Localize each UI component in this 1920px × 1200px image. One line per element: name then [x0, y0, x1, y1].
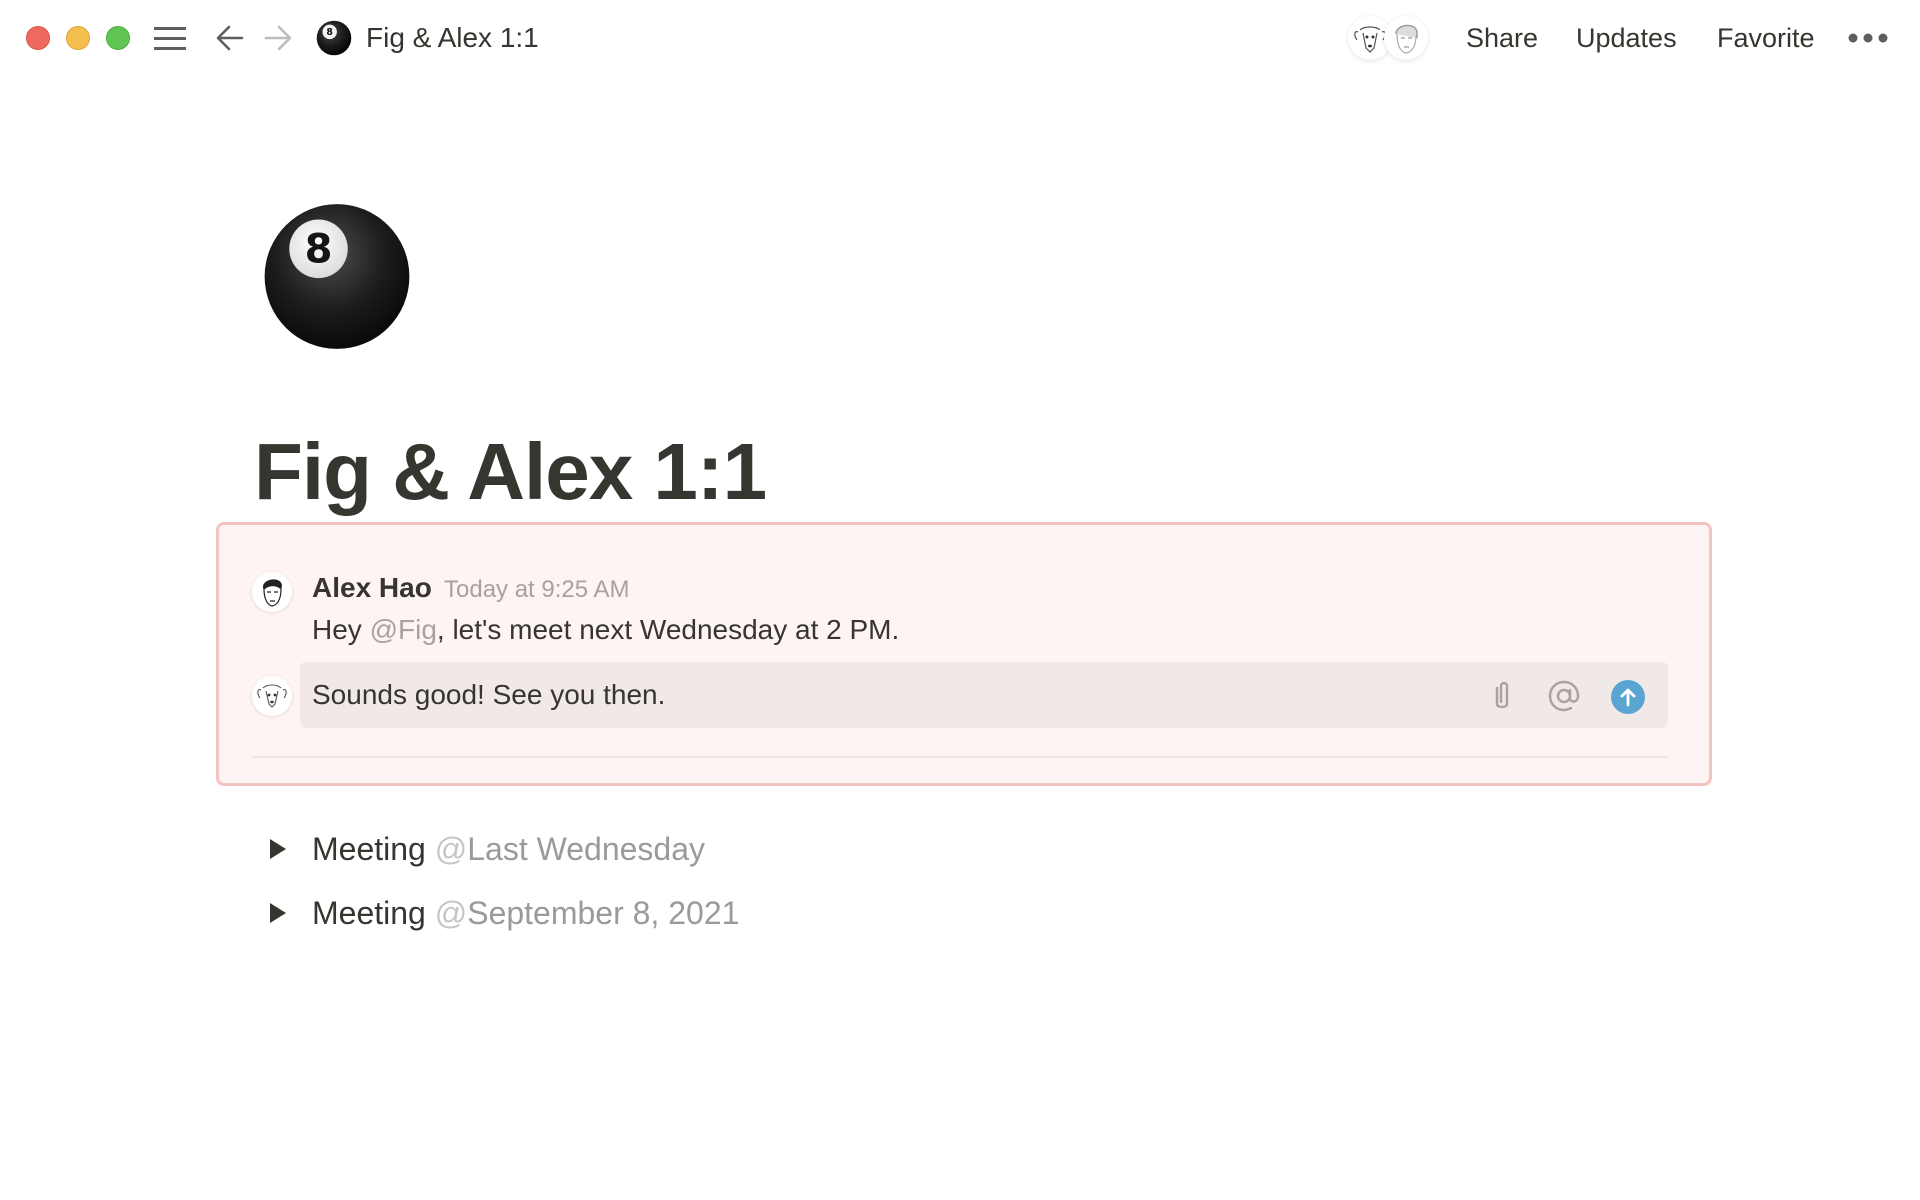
page-title[interactable]: Fig & Alex 1:1 [254, 426, 767, 518]
mention-icon[interactable] [1546, 678, 1582, 714]
date-mention[interactable]: September 8, 2021 [467, 895, 739, 931]
comment-divider [252, 756, 1668, 758]
favorite-button[interactable]: Favorite [1717, 18, 1815, 58]
sidebar-menu-icon[interactable] [150, 18, 190, 58]
toggle-label: Meeting @September 8, 2021 [312, 891, 739, 935]
toggle-title: Meeting [312, 831, 426, 867]
forward-arrow-icon[interactable] [258, 18, 298, 58]
close-window-button[interactable] [26, 26, 50, 50]
arrow-up-icon [1620, 688, 1636, 707]
at-sign: @ [434, 831, 468, 867]
send-button[interactable] [1611, 680, 1645, 714]
dog-avatar-icon [257, 684, 287, 708]
comment-text: Hey @Fig, let's meet next Wednesday at 2… [312, 612, 899, 648]
attachment-icon[interactable] [1484, 678, 1520, 714]
minimize-window-button[interactable] [66, 26, 90, 50]
alex-avatar[interactable] [1384, 16, 1428, 60]
breadcrumb-8-ball-icon[interactable]: 8 [316, 20, 352, 56]
at-sign: @ [434, 895, 468, 931]
date-mention[interactable]: Last Wednesday [467, 831, 705, 867]
back-arrow-icon[interactable] [210, 18, 250, 58]
reply-input-value: Sounds good! See you then. [312, 679, 666, 710]
fig-comment-avatar [252, 676, 292, 716]
toggle-label: Meeting @Last Wednesday [312, 827, 705, 871]
comment-text-end: , let's meet next Wednesday at 2 PM. [436, 614, 900, 645]
zoom-window-button[interactable] [106, 26, 130, 50]
svg-text:8: 8 [305, 227, 333, 273]
reply-input[interactable]: Sounds good! See you then. [300, 662, 1668, 728]
person-avatar-icon [1395, 24, 1418, 54]
alex-comment-avatar [252, 572, 292, 612]
breadcrumb-page-title[interactable]: Fig & Alex 1:1 [366, 20, 539, 56]
toggle-triangle-icon[interactable] [270, 903, 286, 923]
page-icon-8-ball[interactable]: 8 [260, 198, 414, 352]
share-button[interactable]: Share [1466, 18, 1538, 58]
updates-button[interactable]: Updates [1576, 18, 1677, 58]
more-options-icon[interactable] [1848, 30, 1888, 46]
comment-thread [216, 522, 1712, 786]
toggle-title: Meeting [312, 895, 426, 931]
toggle-triangle-icon[interactable] [270, 839, 286, 859]
comment-author: Alex Hao [312, 572, 432, 603]
svg-text:8: 8 [326, 27, 333, 38]
comment-text-start: Hey [312, 614, 370, 645]
person-avatar-icon [262, 579, 282, 607]
comment-timestamp: Today at 9:25 AM [444, 576, 630, 603]
mention-fig[interactable]: @Fig [370, 614, 437, 645]
